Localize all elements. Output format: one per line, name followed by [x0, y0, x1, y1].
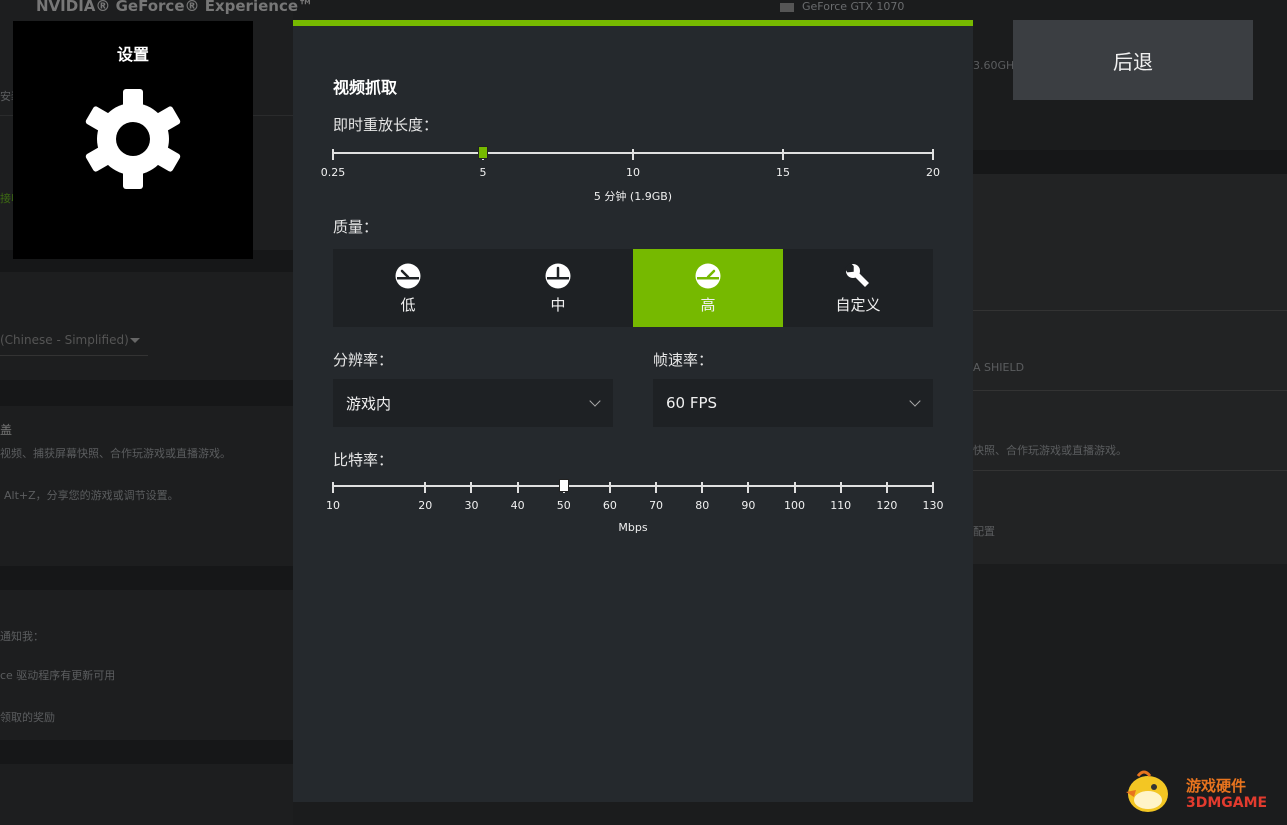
slider-handle[interactable]: [478, 146, 488, 159]
bitrate-slider[interactable]: 10 20 30 40 50 60 70 80 90 100 110 120 130: [326, 479, 944, 515]
gauge-low-icon: [395, 263, 421, 288]
background-band: [0, 380, 293, 406]
slider-tick-label: 30: [464, 499, 479, 512]
replay-length-caption: 5 分钟 (1.9GB): [593, 190, 673, 203]
quality-option-high[interactable]: 高: [633, 249, 783, 327]
quality-option-custom[interactable]: 自定义: [783, 249, 933, 327]
watermark-line2: 3DMGAME: [1186, 795, 1268, 811]
slider-tick: [608, 482, 611, 493]
divider: [973, 310, 1287, 311]
slider-tick: [516, 482, 519, 493]
background-text: 领取的奖励: [0, 711, 55, 724]
slider-tick-label: 120: [876, 499, 898, 512]
watermark-line1: 游戏硬件: [1186, 777, 1247, 795]
background-text: 视频、捕获屏幕快照、合作玩游戏或直播游戏。: [0, 447, 231, 460]
slider-tick: [747, 482, 750, 493]
slider-tick-label: 60: [602, 499, 617, 512]
slider-tick-label: 20: [926, 166, 940, 179]
resolution-value: 游戏内: [346, 394, 392, 413]
slider-tick-label: 80: [695, 499, 710, 512]
gpu-chip-icon: [780, 2, 794, 12]
framerate-value: 60 FPS: [666, 394, 718, 412]
slider-tick: [839, 482, 842, 493]
slider-tick-label: 130: [922, 499, 944, 512]
gauge-high-icon: [695, 263, 721, 288]
video-capture-dialog: 视频抓取 即时重放长度： 0.25 5 10 15 20 5 分钟 (1.9GB) 质量…: [293, 20, 973, 802]
slider-tick: [332, 482, 334, 493]
divider: [973, 470, 1287, 471]
slider-tick: [424, 482, 427, 493]
slider-tick-label: 5: [479, 166, 487, 179]
background-band: [0, 740, 293, 764]
slider-tick: [885, 482, 888, 493]
background-language-select: (Chinese - Simplified): [0, 333, 148, 356]
divider: [973, 390, 1287, 391]
slider-tick-label: 70: [649, 499, 664, 512]
slider-tick-label: 90: [741, 499, 756, 512]
watermark: 游戏硬件 3DMGAME: [1120, 768, 1280, 818]
chevron-down-icon: [130, 338, 140, 343]
slider-tick-label: 20: [418, 499, 433, 512]
slider-tick: [793, 482, 796, 493]
gauge-medium-icon: [545, 263, 571, 288]
slider-tick-label: 10: [326, 499, 340, 512]
chevron-down-icon: [589, 395, 601, 407]
slider-tick-label: 15: [776, 166, 790, 179]
background-text: 配置: [973, 525, 995, 538]
wrench-icon: [844, 262, 869, 287]
replay-length-slider[interactable]: 0.25 5 10 15 20: [321, 146, 940, 182]
quality-selector: 低 中 高 自定义: [333, 249, 933, 327]
bitrate-label: 比特率：: [333, 451, 394, 469]
slider-tick-label: 40: [510, 499, 525, 512]
settings-tile: 设置: [13, 21, 253, 259]
slider-tick: [332, 149, 334, 160]
framerate-dropdown[interactable]: 60 FPS: [653, 379, 933, 427]
background-text: 盖: [0, 423, 13, 437]
slider-tick-label: 110: [830, 499, 852, 512]
background-text: ce 驱动程序有更新可用: [0, 669, 116, 682]
slider-tick: [632, 149, 634, 160]
framerate-label: 帧速率：: [653, 351, 714, 369]
background-text: GeForce GTX 1070: [802, 0, 905, 13]
chevron-down-icon: [909, 395, 921, 407]
slider-tick: [470, 482, 473, 493]
background-text: Alt+Z，分享您的游戏或调节设置。: [4, 489, 179, 502]
slider-track: [333, 485, 933, 487]
background-text: 通知我：: [0, 630, 44, 643]
slider-tick: [655, 482, 658, 493]
quality-option-label: 中: [550, 295, 566, 314]
replay-length-label: 即时重放长度：: [333, 116, 439, 134]
slider-tick: [701, 482, 704, 493]
section-title: 视频抓取: [333, 78, 398, 97]
background-text: 快照、合作玩游戏或直播游戏。: [973, 444, 1127, 457]
background-text: A SHIELD: [973, 361, 1025, 374]
slider-tick: [782, 149, 784, 160]
slider-tick-label: 100: [784, 499, 806, 512]
background-band: [0, 566, 293, 590]
resolution-dropdown[interactable]: 游戏内: [333, 379, 613, 427]
quality-option-label: 低: [400, 295, 416, 314]
back-button[interactable]: 后退: [1013, 20, 1253, 100]
quality-option-low[interactable]: 低: [333, 249, 483, 327]
quality-label: 质量：: [333, 218, 379, 236]
gear-icon: [85, 89, 181, 189]
background-text: (Chinese - Simplified): [0, 333, 129, 347]
slider-tick: [932, 149, 934, 160]
slider-tick-label: 10: [626, 166, 640, 179]
slider-tick-label: 0.25: [320, 166, 346, 179]
slider-tick-label: 50: [556, 499, 571, 512]
background-band: [973, 150, 1287, 174]
background-app-title: NVIDIA® GeForce® Experience™: [36, 0, 314, 15]
mascot-logo-icon: [1126, 770, 1168, 812]
slider-handle[interactable]: [558, 479, 569, 492]
quality-option-medium[interactable]: 中: [483, 249, 633, 327]
resolution-label: 分辨率：: [333, 351, 394, 369]
quality-option-label: 自定义: [835, 295, 881, 314]
settings-title: 设置: [116, 45, 149, 64]
slider-tick: [932, 482, 934, 493]
quality-option-label: 高: [700, 295, 716, 314]
background-gpu-label: GeForce GTX 1070: [780, 0, 904, 13]
bitrate-unit: Mbps: [618, 521, 648, 534]
